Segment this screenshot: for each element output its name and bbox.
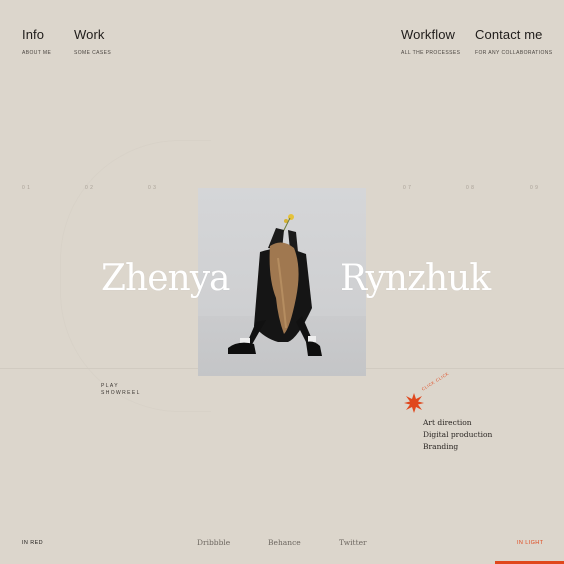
ruler-number[interactable]: 0 8 xyxy=(466,185,474,191)
nav-workflow-subtitle: ALL THE PROCESSES xyxy=(401,50,461,56)
twitter-link[interactable]: Twitter xyxy=(339,538,367,547)
dribbble-link[interactable]: Dribbble xyxy=(197,538,230,547)
theme-light-toggle[interactable]: IN LIGHT xyxy=(517,540,543,546)
hero-last-name: Rynzhuk xyxy=(340,258,491,299)
service-item: Branding xyxy=(423,442,459,451)
nav-work-subtitle: SOME CASES xyxy=(74,50,112,56)
nav-contact-title[interactable]: Contact me xyxy=(475,27,553,42)
showreel-line1: PLAY xyxy=(101,383,120,389)
nav-info[interactable]: Info ABOUT ME xyxy=(22,27,51,56)
nav-contact-subtitle: FOR ANY COLLABORATIONS xyxy=(475,50,553,56)
hero-first-name: Zhenya xyxy=(101,258,230,299)
nav-workflow-title[interactable]: Workflow xyxy=(401,27,460,42)
ruler-number[interactable]: 0 9 xyxy=(530,185,538,191)
nav-contact[interactable]: Contact me FOR ANY COLLABORATIONS xyxy=(475,27,553,56)
ruler-number[interactable]: 0 2 xyxy=(85,185,93,191)
ruler-number[interactable]: 0 3 xyxy=(148,185,156,191)
click-click-label[interactable]: CLICK CLICK xyxy=(421,371,450,392)
play-showreel-button[interactable]: PLAY SHOWREEL xyxy=(101,383,141,397)
nav-work-title[interactable]: Work xyxy=(74,27,111,42)
service-item: Art direction xyxy=(423,418,472,427)
nav-info-subtitle: ABOUT ME xyxy=(22,50,52,56)
nav-info-title[interactable]: Info xyxy=(22,27,51,42)
nav-work[interactable]: Work SOME CASES xyxy=(74,27,111,56)
nav-workflow[interactable]: Workflow ALL THE PROCESSES xyxy=(401,27,460,56)
ruler-number[interactable]: 0 7 xyxy=(403,185,411,191)
services-list: Art direction Digital production Brandin… xyxy=(423,417,492,453)
theme-red-toggle[interactable]: IN RED xyxy=(22,540,43,546)
ruler-number[interactable]: 0 1 xyxy=(22,185,30,191)
starburst-icon[interactable] xyxy=(404,393,424,413)
behance-link[interactable]: Behance xyxy=(268,538,301,547)
showreel-line2: SHOWREEL xyxy=(101,390,141,396)
service-item: Digital production xyxy=(423,430,493,439)
